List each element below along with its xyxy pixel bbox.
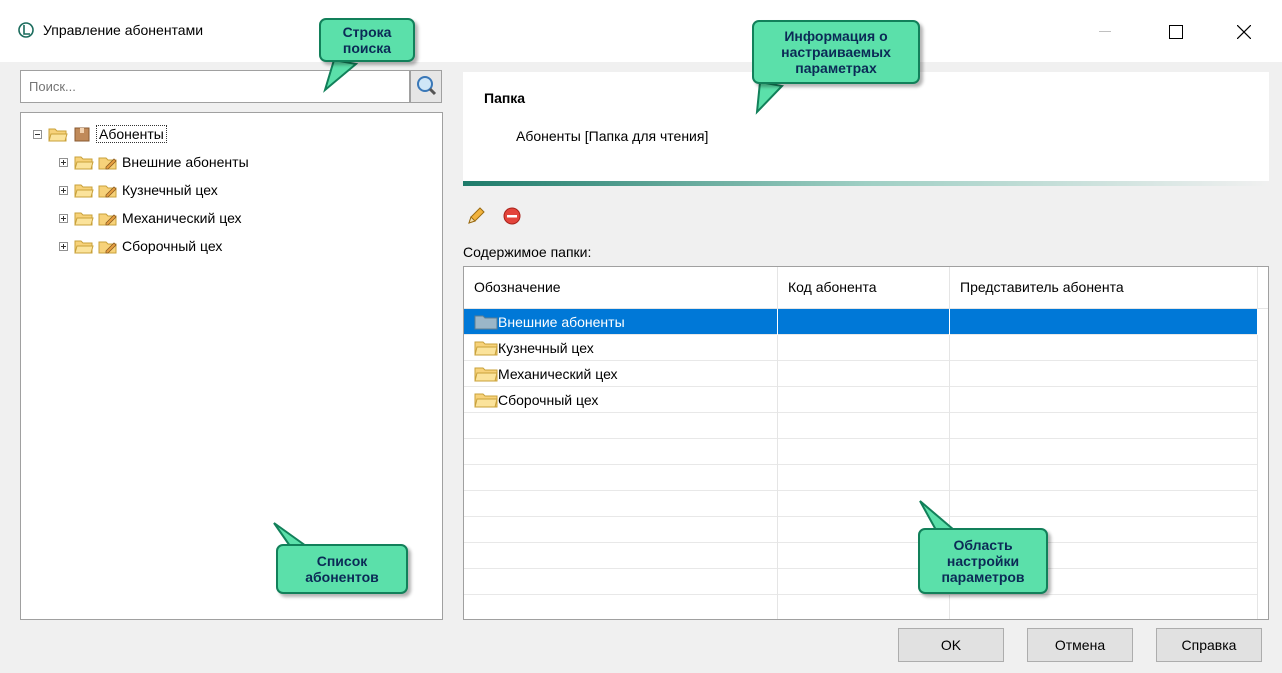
callout-line: настройки <box>946 553 1020 569</box>
callout-line: Строка <box>342 24 392 40</box>
callout-pointer <box>755 80 785 115</box>
callout-search: Строка поиска <box>319 18 415 62</box>
callout-params-area: Область настройки параметров <box>918 528 1048 594</box>
callout-pointer <box>323 58 359 93</box>
callout-line: поиска <box>342 40 392 56</box>
callout-line: абонентов <box>305 569 379 585</box>
callout-pointer <box>273 522 310 547</box>
callout-line: настраиваемых <box>781 44 891 60</box>
callout-line: параметров <box>941 569 1025 585</box>
callout-line: Область <box>953 537 1013 553</box>
callout-line: Список <box>316 553 368 569</box>
callout-pointer <box>919 500 957 531</box>
callout-subscriber-list: Список абонентов <box>276 544 408 594</box>
callout-line: Информация о <box>784 28 888 44</box>
callout-pointers <box>273 58 957 547</box>
callout-line: параметрах <box>795 60 877 76</box>
callout-info: Информация о настраиваемых параметрах <box>752 20 920 84</box>
